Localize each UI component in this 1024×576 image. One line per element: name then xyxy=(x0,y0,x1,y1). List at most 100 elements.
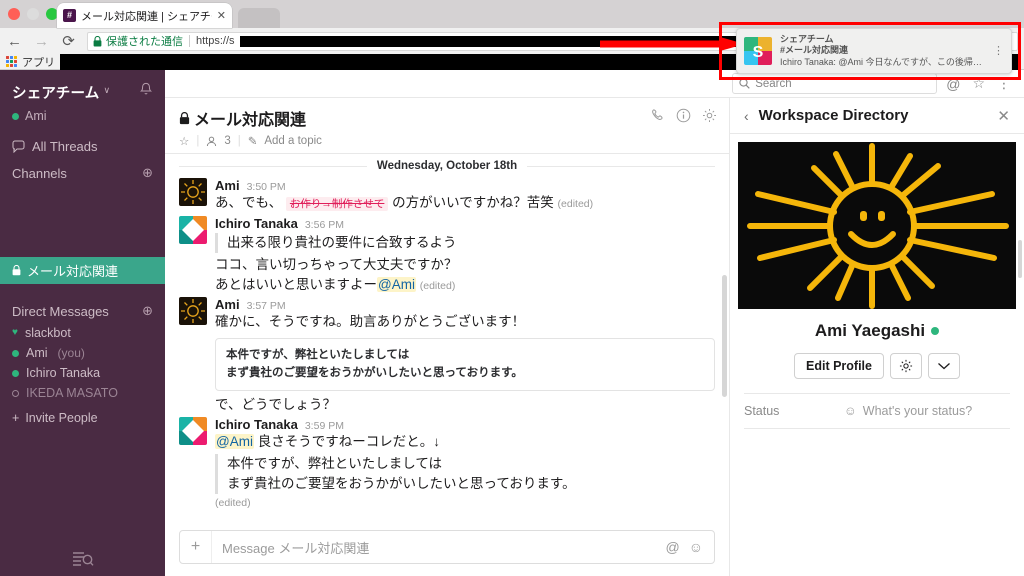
presence-indicator xyxy=(12,370,19,377)
divider-line xyxy=(527,166,715,167)
message-blockquote: 本件ですが、弊社といたしましては まず貴社のご要望をおうかがいしたいと思っており… xyxy=(215,454,715,495)
phone-icon[interactable] xyxy=(650,108,665,123)
sidebar-dm-ikeda-masato[interactable]: IKEDA MASATO xyxy=(0,383,165,403)
sidebar-dm-slackbot[interactable]: ♥ slackbot xyxy=(0,323,165,343)
channel-browser-icon[interactable] xyxy=(72,550,94,568)
channels-spacer xyxy=(0,185,165,257)
composer-actions: @ ☺ xyxy=(665,539,714,555)
message-scrollbar[interactable] xyxy=(722,194,728,464)
dm-label: IKEDA MASATO xyxy=(26,386,118,400)
add-topic-label[interactable]: Add a topic xyxy=(264,135,322,147)
minimize-window-button[interactable] xyxy=(27,8,39,20)
pencil-icon[interactable]: ✎ xyxy=(248,134,258,148)
mention-icon[interactable]: @ xyxy=(665,539,679,555)
sidebar-item-all-threads[interactable]: All Threads xyxy=(0,135,165,158)
tab-close-icon[interactable]: ✕ xyxy=(217,9,226,22)
add-attachment-icon[interactable]: + xyxy=(180,531,212,563)
message-item[interactable]: Ami 3:57 PM 確かに、そうですね。助言ありがとうございます！ 本件です… xyxy=(165,295,729,415)
message-list[interactable]: Wednesday, October 18th Ami 3:50 PM xyxy=(165,154,729,524)
message-text-pre: あ、でも、 xyxy=(215,195,282,210)
sidebar-invite-people[interactable]: + Invite People xyxy=(0,403,165,433)
status-row[interactable]: Status ☺ What's your status? xyxy=(730,394,1024,428)
message-text-line2: あとはいいと思いますよー@Ami (edited) xyxy=(215,275,715,295)
members-icon[interactable] xyxy=(206,136,217,147)
message-author[interactable]: Ami xyxy=(215,297,240,312)
message-item[interactable]: Ichiro Tanaka 3:56 PM 出来る限り貴社の要件に合致するよう … xyxy=(165,214,729,295)
channel-area: メール対応関連 ☆ | 3 | ✎ Add a topic xyxy=(165,98,1024,576)
channel-title: メール対応関連 xyxy=(179,106,715,130)
current-user-row[interactable]: Ami xyxy=(0,109,165,135)
avatar[interactable] xyxy=(179,178,207,206)
tab-favicon-icon: # xyxy=(63,9,76,22)
add-dm-icon[interactable]: ⊕ xyxy=(142,303,153,319)
apps-grid-icon[interactable] xyxy=(6,56,17,67)
avatar[interactable] xyxy=(179,297,207,325)
info-icon[interactable] xyxy=(676,108,691,123)
profile-more-button[interactable] xyxy=(928,353,960,379)
reload-button[interactable]: ⟳ xyxy=(60,32,77,50)
scrollbar-thumb[interactable] xyxy=(722,275,727,396)
status-placeholder: What's your status? xyxy=(863,404,972,418)
members-count: 3 xyxy=(224,135,230,147)
gear-icon[interactable] xyxy=(702,108,717,123)
channel-header: メール対応関連 ☆ | 3 | ✎ Add a topic xyxy=(165,98,729,154)
mention-ami[interactable]: @Ami xyxy=(215,434,254,449)
composer-wrapper: + Message メール対応関連 @ ☺ xyxy=(165,524,729,576)
lock-icon xyxy=(93,36,102,47)
sidebar-dm-ichiro-tanaka[interactable]: Ichiro Tanaka xyxy=(0,363,165,383)
message-input[interactable]: Message メール対応関連 xyxy=(212,538,665,557)
browser-tab-active[interactable]: # メール対応関連 | シェアチーム Sla ✕ xyxy=(57,3,232,28)
notifications-bell-icon[interactable] xyxy=(139,82,153,97)
mention-ami[interactable]: @Ami xyxy=(377,277,416,292)
avatar[interactable] xyxy=(179,216,207,244)
avatar[interactable] xyxy=(179,417,207,445)
quote-line-1: 本件ですが、弊社といたしましては xyxy=(227,454,715,474)
edit-profile-button[interactable]: Edit Profile xyxy=(794,353,884,379)
emoji-icon[interactable]: ☺ xyxy=(689,539,703,555)
notification-text: シェアチーム #メール対応関連 Ichiro Tanaka: @Ami 今日なん… xyxy=(780,34,985,68)
message-attachment[interactable]: 本件ですが、弊社といたしましては まず貴社のご要望をおうかがいしたいと思っており… xyxy=(215,338,715,391)
emoji-icon[interactable]: ☺ xyxy=(844,404,857,418)
sidebar-section-channels: Channels ⊕ xyxy=(0,158,165,185)
message-author[interactable]: Ichiro Tanaka xyxy=(215,417,298,432)
edited-label: (edited) xyxy=(420,280,456,292)
panel-scrollbar-thumb[interactable] xyxy=(1018,240,1022,278)
message-author[interactable]: Ami xyxy=(215,178,240,193)
channels-label: Channels xyxy=(12,166,67,181)
message-item[interactable]: Ami 3:50 PM あ、でも、 お作り→制作させて の方がいいですかね？苦笑… xyxy=(165,176,729,214)
messages-column: メール対応関連 ☆ | 3 | ✎ Add a topic xyxy=(165,98,729,576)
attachment-line-2: まず貴社のご要望をおうかがいしたいと思っております。 xyxy=(226,364,704,382)
sidebar-channel-mail-taiou[interactable]: メール対応関連 xyxy=(0,257,165,284)
profile-avatar-image[interactable] xyxy=(738,142,1016,309)
message-header: Ichiro Tanaka 3:59 PM xyxy=(215,417,715,432)
desktop-notification[interactable]: S シェアチーム #メール対応関連 Ichiro Tanaka: @Ami 今日… xyxy=(736,28,1012,74)
message-text-pre: あとはいいと思いますよー xyxy=(215,277,377,292)
edited-label: (edited) xyxy=(215,497,715,509)
profile-settings-button[interactable] xyxy=(890,353,922,379)
workspace-directory-panel: ‹ Workspace Directory ✕ xyxy=(729,98,1024,576)
back-icon[interactable]: ‹ xyxy=(744,108,749,124)
omnibox-divider xyxy=(189,35,190,47)
forward-button[interactable]: → xyxy=(33,33,50,50)
team-header[interactable]: シェアチーム ∨ xyxy=(0,70,165,109)
workspace-sidebar: シェアチーム ∨ Ami All Threads Channels ⊕ メー xyxy=(0,70,165,576)
back-button[interactable]: ← xyxy=(6,33,23,50)
close-icon[interactable]: ✕ xyxy=(997,107,1010,125)
panel-divider xyxy=(744,428,1010,429)
add-channel-icon[interactable]: ⊕ xyxy=(142,165,153,181)
close-window-button[interactable] xyxy=(8,8,20,20)
star-channel-icon[interactable]: ☆ xyxy=(179,134,189,148)
message-author[interactable]: Ichiro Tanaka xyxy=(215,216,298,231)
presence-indicator xyxy=(931,327,939,335)
invite-people-label: Invite People xyxy=(25,411,97,425)
sidebar-dm-ami[interactable]: Ami (you) xyxy=(0,343,165,363)
new-tab-button[interactable] xyxy=(238,8,280,28)
message-item[interactable]: Ichiro Tanaka 3:59 PM @Ami 良さそうですねーコレだと。… xyxy=(165,415,729,510)
bookmark-apps-label[interactable]: アプリ xyxy=(22,54,55,70)
browser-chrome: # メール対応関連 | シェアチーム Sla ✕ ← → ⟳ 保護された通信 h… xyxy=(0,0,1024,70)
notification-menu-icon[interactable]: ⋮ xyxy=(993,46,1004,57)
message-composer[interactable]: + Message メール対応関連 @ ☺ xyxy=(179,530,715,564)
window-controls[interactable] xyxy=(8,8,58,20)
notification-body: Ichiro Tanaka: @Ami 今日なんですが、この後帰るの難し… xyxy=(780,57,985,68)
status-value[interactable]: ☺ What's your status? xyxy=(844,404,972,418)
